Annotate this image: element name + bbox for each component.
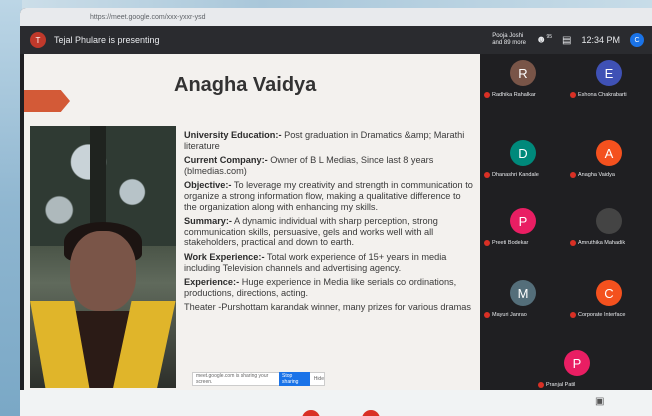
- participant-name-row: Dhanashri Kandale: [484, 172, 539, 178]
- mic-muted-icon: [538, 382, 544, 388]
- slide-item-label: Summary:-: [184, 216, 232, 227]
- mic-muted-icon: [570, 92, 576, 98]
- participant-tile[interactable]: A Anagha Vaidya: [566, 136, 652, 188]
- participant-name: Preeti Bodekar: [492, 240, 529, 246]
- participant-grid: R Radhika Rahalkar E Eshona Chakrabarti D Dha…: [480, 54, 652, 390]
- participant-name: Eshona Chakrabarti: [578, 92, 627, 98]
- mic-muted-icon: [484, 312, 490, 318]
- participant-name-row: Preeti Bodekar: [484, 240, 528, 246]
- self-avatar[interactable]: C: [630, 33, 644, 47]
- slide-title: Anagha Vaidya: [174, 74, 317, 96]
- profile-photo: [30, 126, 176, 388]
- participant-name-row: Amruthika Mahadik: [570, 240, 625, 246]
- slide-item-label: University Education:-: [184, 130, 282, 140]
- screen-share-notice: meet.google.com is sharing your screen. …: [192, 372, 325, 386]
- participant-avatar: P: [510, 208, 536, 234]
- camera-button[interactable]: [362, 410, 380, 416]
- slide-item: Objective:- To leverage my creativity an…: [184, 180, 474, 212]
- participant-tile[interactable]: P Preeti Bodekar: [480, 204, 566, 256]
- participant-avatar: A: [596, 140, 622, 166]
- slide-item: Theater -Purshottam karandak winner, man…: [184, 302, 474, 313]
- participant-name: Radhika Rahalkar: [492, 92, 536, 98]
- participant-tile[interactable]: E Eshona Chakrabarti: [566, 56, 652, 108]
- participant-avatar: D: [510, 140, 536, 166]
- participant-name: Mayuri Janrao: [492, 312, 527, 318]
- slide-item-text: Theater -Purshottam karandak winner, man…: [184, 302, 471, 313]
- chat-icon[interactable]: ▤: [562, 35, 571, 46]
- participant-tile[interactable]: Amruthika Mahadik: [566, 204, 652, 256]
- slide-content: University Education:- Post graduation i…: [184, 130, 474, 317]
- browser-url-bar[interactable]: https://meet.google.com/xxx-yxxr-ysd: [20, 8, 652, 26]
- background-wall-left: [0, 0, 22, 416]
- participant-tile[interactable]: M Mayuri Janrao: [480, 276, 566, 328]
- participant-avatar: P: [564, 350, 590, 376]
- participant-name: Amruthika Mahadik: [578, 240, 626, 246]
- participant-name: Dhanashri Kandale: [492, 172, 539, 178]
- presenting-label: Tejal Phulare is presenting: [54, 35, 160, 45]
- mic-muted-icon: [570, 172, 576, 178]
- mic-muted-icon: [570, 240, 576, 246]
- slide-item-label: Current Company:-: [184, 155, 268, 166]
- participant-avatar: [596, 208, 622, 234]
- participant-name-row: Mayuri Janrao: [484, 312, 527, 318]
- people-icon[interactable]: ☻95: [536, 34, 552, 45]
- mic-muted-icon: [570, 312, 576, 318]
- participant-name-row: Anagha Vaidya: [570, 172, 615, 178]
- shared-slide: Anagha Vaidya University Education:- Pos…: [24, 54, 480, 390]
- meet-top-right: Pooja Joshi and 89 more ☻95 ▤ 12:34 PM C: [492, 26, 652, 54]
- participant-tile[interactable]: D Dhanashri Kandale: [480, 136, 566, 188]
- participant-name: Pranjal Patil: [546, 382, 576, 388]
- laptop-screen: https://meet.google.com/xxx-yxxr-ysd T T…: [20, 8, 652, 416]
- slide-item-label: Objective:-: [184, 180, 232, 191]
- slide-item: Summary:- A dynamic individual with shar…: [184, 216, 474, 248]
- stop-sharing-button[interactable]: Stop sharing: [279, 372, 310, 386]
- mic-muted-icon: [484, 92, 490, 98]
- participant-name-row: Eshona Chakrabarti: [570, 92, 627, 98]
- participant-name: Anagha Vaidya: [578, 172, 615, 178]
- participant-name-row: Pranjal Patil: [538, 382, 575, 388]
- participant-avatar: E: [596, 60, 622, 86]
- fullscreen-icon[interactable]: ▣: [595, 396, 604, 407]
- slide-item-label: Experience:-: [184, 277, 240, 288]
- slide-item: Work Experience:- Total work experience …: [184, 252, 474, 273]
- slide-accent-arrow: [24, 90, 70, 112]
- participant-avatar: C: [596, 280, 622, 306]
- participant-avatar: M: [510, 280, 536, 306]
- mic-button[interactable]: [302, 410, 320, 416]
- participant-name-row: Corporate Interface: [570, 312, 625, 318]
- slide-item: Current Company:- Owner of B L Medias, S…: [184, 155, 474, 176]
- slide-item-label: Work Experience:-: [184, 251, 265, 262]
- participant-tile[interactable]: R Radhika Rahalkar: [480, 56, 566, 108]
- url-text: https://meet.google.com/xxx-yxxr-ysd: [90, 13, 206, 21]
- slide-item: University Education:- Post graduation i…: [184, 130, 474, 151]
- meet-top-bar: T Tejal Phulare is presenting Pooja Josh…: [20, 26, 652, 54]
- others-indicator[interactable]: Pooja Joshi and 89 more: [492, 33, 526, 47]
- meet-bottom-bar: ▣: [20, 390, 652, 416]
- hide-button[interactable]: Hide: [314, 376, 324, 382]
- presenter-avatar: T: [30, 32, 46, 48]
- mic-muted-icon: [484, 172, 490, 178]
- participant-tile[interactable]: C Corporate Interface: [566, 276, 652, 328]
- participant-name: Corporate Interface: [578, 312, 626, 318]
- slide-item: Experience:- Huge experience in Media li…: [184, 277, 474, 298]
- time-display: 12:34 PM: [581, 35, 620, 45]
- participant-name-row: Radhika Rahalkar: [484, 92, 536, 98]
- participant-avatar: R: [510, 60, 536, 86]
- mic-muted-icon: [484, 240, 490, 246]
